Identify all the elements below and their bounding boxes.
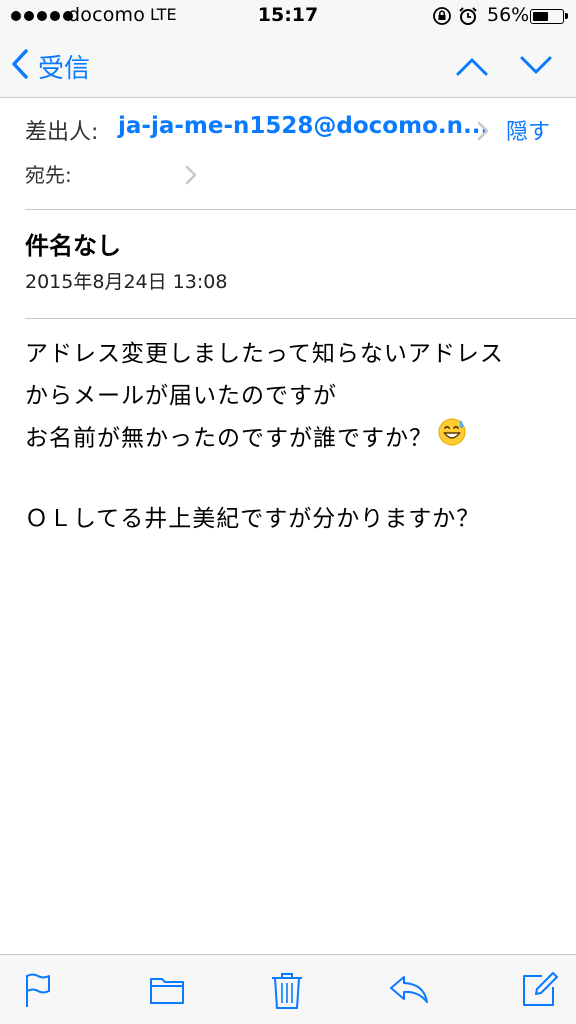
compose-icon	[520, 972, 558, 1013]
from-label: 差出人:	[25, 120, 99, 145]
to-label: 宛先:	[25, 163, 72, 187]
back-to-inbox-button[interactable]: 受信	[10, 48, 90, 84]
status-bar: docomo LTE 15:17 56%	[0, 0, 576, 34]
chevron-right-icon	[184, 164, 198, 190]
reply-button[interactable]	[388, 971, 430, 1011]
sweat-smile-emoji-icon	[437, 417, 467, 461]
body-line: ＯＬしてる井上美紀ですが分かりますか？	[25, 506, 481, 532]
message-body: アドレス変更しましたって知らないアドレス からメールが届いたのですが お名前が無…	[25, 333, 565, 540]
rotation-lock-icon	[432, 6, 452, 31]
hide-details-button[interactable]: 隠す	[506, 114, 550, 146]
message-date: 2015年8月24日 13:08	[25, 271, 228, 293]
body-line-text: お名前が無かったのですが誰ですか？	[25, 425, 433, 452]
delete-button[interactable]	[270, 971, 304, 1015]
chevron-right-icon	[476, 120, 490, 146]
previous-message-button[interactable]	[454, 50, 490, 84]
next-message-button[interactable]	[518, 50, 554, 84]
back-label: 受信	[38, 53, 91, 84]
alarm-icon	[458, 6, 478, 31]
trash-icon	[270, 973, 304, 1015]
reply-icon	[388, 976, 430, 1011]
body-line: からメールが届いたのですが	[25, 383, 337, 409]
chevron-down-icon	[518, 56, 554, 84]
flag-icon	[22, 973, 54, 1013]
sender-address[interactable]: ja-ja-me-n1528@docomo.n...	[118, 113, 489, 139]
compose-button[interactable]	[520, 971, 558, 1013]
chevron-up-icon	[454, 58, 490, 84]
divider	[25, 209, 576, 210]
from-row: 差出人: ja-ja-me-n1528@docomo.n... 隠す	[0, 110, 576, 150]
navigation-bar: 受信	[0, 34, 576, 98]
battery-percent: 56%	[487, 4, 530, 26]
divider	[25, 318, 576, 319]
bottom-toolbar	[0, 954, 576, 1024]
chevron-left-icon	[10, 48, 30, 84]
body-line: お名前が無かったのですが誰ですか？	[25, 417, 565, 459]
message-subject: 件名なし	[25, 232, 121, 260]
folder-icon	[148, 978, 186, 1013]
mail-screen: docomo LTE 15:17 56% 受信 差出人: ja-ja-me-n1…	[0, 0, 576, 1024]
flag-button[interactable]	[22, 971, 54, 1013]
move-to-folder-button[interactable]	[148, 971, 186, 1013]
body-line: アドレス変更しましたって知らないアドレス	[25, 341, 504, 367]
to-row[interactable]: 宛先:	[0, 156, 576, 192]
battery-icon	[530, 9, 568, 24]
